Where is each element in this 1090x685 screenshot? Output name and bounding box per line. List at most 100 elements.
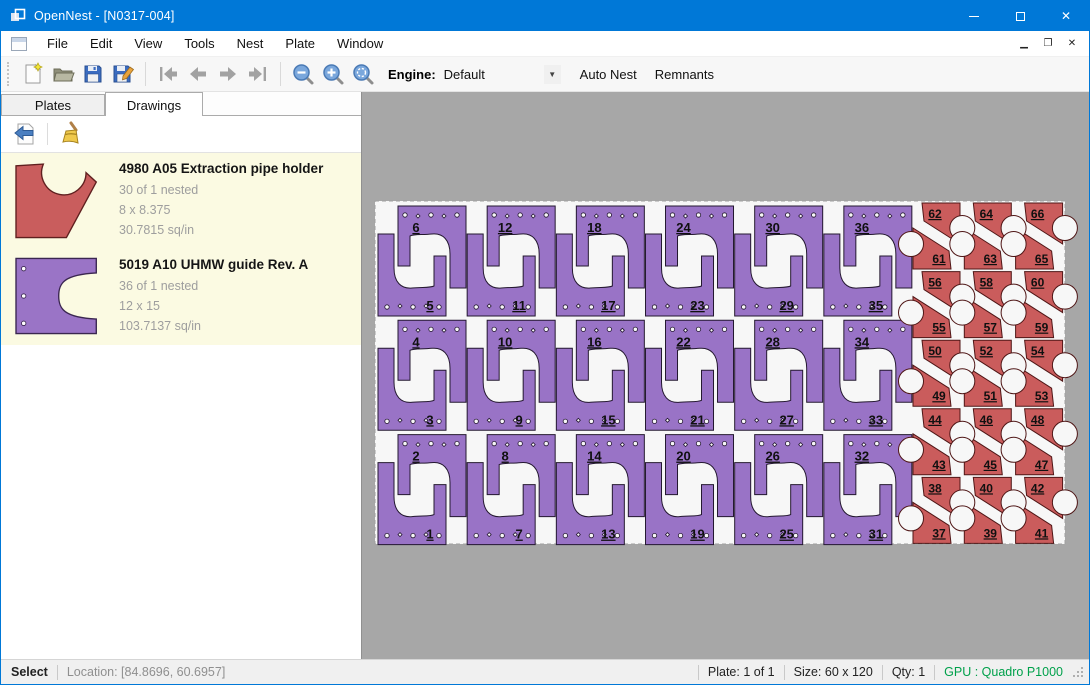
part-number-label: 40 [980, 481, 994, 495]
mdi-minimize-button[interactable]: ▁ [1013, 35, 1035, 53]
part-cutout-circle [950, 300, 975, 325]
part-number-label: 51 [984, 389, 998, 403]
part-number-label: 32 [855, 449, 869, 464]
menu-edit[interactable]: Edit [79, 32, 123, 55]
mdi-restore-button[interactable]: ❐ [1037, 35, 1059, 53]
part-cutout-circle [1052, 353, 1077, 378]
save-button[interactable] [78, 60, 108, 88]
app-icon [10, 8, 26, 24]
part-cutout-circle [899, 437, 924, 462]
drawings-toolbar [1, 116, 361, 153]
nav-previous-button[interactable] [183, 60, 213, 88]
document-icon[interactable] [11, 37, 27, 51]
part-number-label: 48 [1031, 413, 1045, 427]
part-number-label: 25 [779, 527, 793, 542]
broom-icon [57, 121, 83, 147]
part-number-label: 9 [516, 412, 523, 427]
return-part-button[interactable] [9, 119, 41, 149]
menu-plate[interactable]: Plate [274, 32, 326, 55]
previous-plate-icon [186, 62, 210, 86]
sidebar: Plates Drawings [1, 92, 362, 659]
back-arrow-icon [12, 121, 38, 147]
auto-nest-button[interactable]: Auto Nest [571, 62, 646, 87]
part-number-label: 39 [984, 526, 998, 540]
part-cutout-circle [950, 369, 975, 394]
part-number-label: 21 [690, 412, 704, 427]
part-number-label: 62 [928, 207, 942, 221]
part-number-label: 22 [676, 334, 690, 349]
part-number-label: 64 [980, 207, 994, 221]
part-number-label: 61 [932, 252, 946, 266]
save-as-button[interactable] [108, 60, 138, 88]
part-number-label: 60 [1031, 276, 1045, 290]
toolbar-separator [47, 123, 48, 145]
part-number-label: 11 [512, 298, 526, 313]
new-button[interactable] [18, 60, 48, 88]
engine-label: Engine: [388, 67, 436, 82]
resize-grip[interactable] [1071, 665, 1085, 679]
part-cutout-circle [1052, 284, 1077, 309]
maximize-icon [1016, 12, 1025, 21]
part-cutout-circle [1052, 490, 1077, 515]
zoom-fit-button[interactable] [348, 60, 378, 88]
tab-drawings[interactable]: Drawings [105, 92, 203, 116]
part-number-label: 6 [412, 220, 419, 235]
minimize-button[interactable] [951, 1, 997, 31]
tab-plates[interactable]: Plates [1, 94, 105, 115]
engine-dropdown-button[interactable]: ▼ [544, 65, 561, 84]
nav-last-button[interactable] [243, 60, 273, 88]
open-folder-icon [51, 62, 75, 86]
first-plate-icon [156, 62, 180, 86]
part-number-label: 20 [676, 449, 690, 464]
part-number-label: 53 [1035, 389, 1049, 403]
menu-tools[interactable]: Tools [173, 32, 225, 55]
drawing-nested-count: 30 of 1 nested [119, 180, 323, 200]
toolbar-grip[interactable] [7, 62, 12, 86]
drawing-size: 12 x 15 [119, 296, 308, 316]
clear-nest-button[interactable] [54, 119, 86, 149]
status-separator [57, 665, 58, 680]
part-number-label: 34 [855, 334, 870, 349]
part-number-label: 43 [932, 458, 946, 472]
drawing-item-extraction-pipe-holder[interactable]: 4980 A05 Extraction pipe holder 30 of 1 … [1, 153, 361, 249]
part-number-label: 49 [932, 389, 946, 403]
nest-plate-view[interactable]: 6512111817242330293635431091615222128273… [362, 92, 1090, 661]
menu-window[interactable]: Window [326, 32, 394, 55]
maximize-button[interactable] [997, 1, 1043, 31]
part-cutout-circle [1001, 300, 1026, 325]
nav-first-button[interactable] [153, 60, 183, 88]
part-number-label: 24 [676, 220, 691, 235]
status-separator [934, 665, 935, 680]
part-cutout-circle [899, 300, 924, 325]
zoom-out-icon [291, 62, 315, 86]
open-button[interactable] [48, 60, 78, 88]
drawing-nested-count: 36 of 1 nested [119, 276, 308, 296]
zoom-out-button[interactable] [288, 60, 318, 88]
nest-canvas-area[interactable]: 6512111817242330293635431091615222128273… [362, 92, 1089, 659]
part-thumbnail-purple [9, 255, 105, 337]
menu-nest[interactable]: Nest [226, 32, 275, 55]
drawing-item-uhmw-guide[interactable]: 5019 A10 UHMW guide Rev. A 36 of 1 neste… [1, 249, 361, 345]
drawing-size: 8 x 8.375 [119, 200, 323, 220]
status-bar: Select Location: [84.8696, 60.6957] Plat… [1, 659, 1089, 684]
part-number-label: 10 [498, 334, 512, 349]
menu-view[interactable]: View [123, 32, 173, 55]
zoom-in-button[interactable] [318, 60, 348, 88]
toolbar-separator [280, 62, 281, 86]
close-button[interactable]: ✕ [1043, 1, 1089, 31]
part-number-label: 59 [1035, 321, 1049, 335]
sidebar-tabs: Plates Drawings [1, 92, 361, 116]
part-number-label: 33 [869, 412, 883, 427]
part-number-label: 3 [426, 412, 433, 427]
menu-file[interactable]: File [36, 32, 79, 55]
mdi-close-button[interactable]: ✕ [1061, 35, 1083, 53]
status-qty: Qty: 1 [892, 665, 925, 679]
nav-next-button[interactable] [213, 60, 243, 88]
part-number-label: 50 [928, 344, 942, 358]
part-number-label: 47 [1035, 458, 1049, 472]
minimize-icon [969, 16, 979, 17]
remnants-button[interactable]: Remnants [646, 62, 723, 87]
part-number-label: 55 [932, 321, 946, 335]
engine-select[interactable]: Default [444, 67, 544, 82]
part-number-label: 17 [601, 298, 615, 313]
